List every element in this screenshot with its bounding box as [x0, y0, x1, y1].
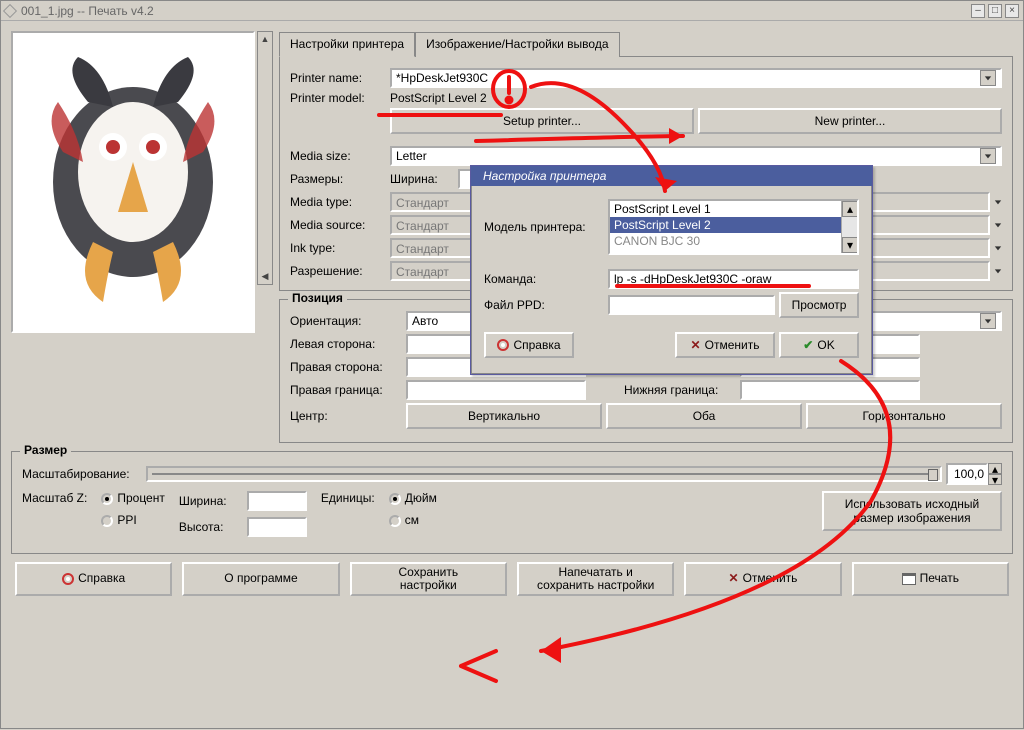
spin-down-icon[interactable]: ▾ — [988, 474, 1002, 485]
dimensions-label: Размеры: — [290, 172, 386, 186]
size-legend: Размер — [20, 443, 71, 457]
printer-name-combo[interactable]: *HpDeskJet930C — [390, 68, 1002, 88]
up-arrow-icon[interactable]: ▴ — [842, 201, 858, 217]
orientation-label: Ориентация: — [290, 314, 402, 328]
dialog-title: Настройка принтера — [483, 169, 606, 183]
chevron-down-icon[interactable] — [994, 195, 1002, 209]
ok-icon: ✔ — [803, 338, 813, 352]
about-button[interactable]: О программе — [182, 562, 339, 596]
maximize-button[interactable]: □ — [988, 4, 1002, 18]
right-border-label: Правая граница: — [290, 383, 402, 397]
help-icon — [62, 573, 74, 585]
radio-inch[interactable] — [389, 493, 401, 505]
up-arrow-icon[interactable]: ▲ — [261, 34, 270, 44]
width-label: Ширина: — [390, 172, 454, 186]
bottom-toolbar: Справка О программе Сохранить настройки … — [11, 554, 1013, 598]
tabstrip: Настройки принтера Изображение/Настройки… — [279, 31, 1013, 56]
scaling-slider[interactable] — [146, 466, 942, 482]
preview-image — [33, 52, 233, 312]
center-both-button[interactable]: Оба — [606, 403, 802, 429]
dialog-titlebar[interactable]: Настройка принтера — [471, 166, 872, 186]
media-type-label: Media type: — [290, 195, 386, 209]
tab-printer-settings[interactable]: Настройки принтера — [279, 32, 415, 57]
window-title: 001_1.jpg -- Печать v4.2 — [21, 4, 968, 18]
bottom-border-input[interactable] — [740, 380, 920, 400]
preview-pane — [11, 31, 255, 333]
media-size-label: Media size: — [290, 149, 386, 163]
radio-percent[interactable] — [101, 493, 113, 505]
chevron-down-icon[interactable] — [980, 148, 996, 164]
list-item[interactable]: PostScript Level 2 — [610, 217, 857, 233]
media-size-combo[interactable]: Letter — [390, 146, 1002, 166]
help-button[interactable]: Справка — [15, 562, 172, 596]
print-and-save-button[interactable]: Напечатать и сохранить настройки — [517, 562, 674, 596]
dialog-ok-button[interactable]: ✔OK — [779, 332, 859, 358]
command-label: Команда: — [484, 272, 604, 286]
model-label: Модель принтера: — [484, 220, 604, 234]
window-menu-icon[interactable] — [3, 3, 17, 17]
scalez-label: Масштаб Z: — [22, 491, 87, 505]
command-input[interactable] — [608, 269, 859, 289]
scaling-spinner[interactable]: ▴▾ — [946, 463, 1002, 485]
down-arrow-icon[interactable]: ▾ — [842, 237, 858, 253]
list-item[interactable]: CANON BJC 30 — [610, 233, 857, 249]
left-arrow-icon[interactable]: ◀ — [262, 271, 269, 282]
print-button[interactable]: Печать — [852, 562, 1009, 596]
printer-name-label: Printer name: — [290, 71, 386, 85]
new-printer-button[interactable]: New printer... — [698, 108, 1002, 134]
left-side-label: Левая сторона: — [290, 337, 402, 351]
scaling-label: Масштабирование: — [22, 467, 142, 481]
preview-scrollbar[interactable]: ▲ ◀ — [257, 31, 273, 285]
save-settings-button[interactable]: Сохранить настройки — [350, 562, 507, 596]
radio-ppi[interactable] — [101, 515, 113, 527]
printer-setup-dialog: Настройка принтера Модель принтера: Post… — [470, 165, 873, 375]
list-item[interactable]: PostScript Level 1 — [610, 201, 857, 217]
printer-model-value: PostScript Level 2 — [390, 91, 487, 105]
cancel-button[interactable]: ✕Отменить — [684, 562, 841, 596]
radio-cm[interactable] — [389, 515, 401, 527]
help-icon — [497, 339, 509, 351]
minimize-button[interactable]: – — [971, 4, 985, 18]
printer-model-listbox[interactable]: PostScript Level 1 PostScript Level 2 CA… — [608, 199, 859, 255]
cancel-icon: ✕ — [691, 338, 701, 352]
center-vertical-button[interactable]: Вертикально — [406, 403, 602, 429]
ink-type-label: Ink type: — [290, 241, 386, 255]
main-window: { "window": { "title": "001_1.jpg -- Печ… — [0, 0, 1024, 729]
position-legend: Позиция — [288, 291, 347, 305]
dialog-help-button[interactable]: Справка — [484, 332, 574, 358]
chevron-down-icon[interactable] — [994, 241, 1002, 255]
dialog-cancel-button[interactable]: ✕Отменить — [675, 332, 775, 358]
center-label: Центр: — [290, 409, 402, 423]
chevron-down-icon[interactable] — [980, 70, 996, 86]
center-horizontal-button[interactable]: Горизонтально — [806, 403, 1002, 429]
units-label: Единицы: — [321, 491, 375, 505]
ppd-file-input[interactable] — [608, 295, 775, 315]
chevron-down-icon[interactable] — [994, 264, 1002, 278]
bottom-border-label: Нижняя граница: — [624, 383, 736, 397]
window-titlebar: 001_1.jpg -- Печать v4.2 – □ × — [1, 1, 1023, 21]
right-border-input[interactable] — [406, 380, 586, 400]
close-button[interactable]: × — [1005, 4, 1019, 18]
resolution-label: Разрешение: — [290, 264, 386, 278]
tab-image-output[interactable]: Изображение/Настройки вывода — [415, 32, 619, 57]
setup-printer-button[interactable]: Setup printer... — [390, 108, 694, 134]
media-source-label: Media source: — [290, 218, 386, 232]
size-width-input[interactable] — [247, 491, 307, 511]
print-icon — [902, 573, 916, 585]
browse-button[interactable]: Просмотр — [779, 292, 859, 318]
scaling-value-input[interactable] — [946, 463, 988, 485]
size-group: Размер Масштабирование: ▴▾ Масштаб Z: Пр… — [11, 451, 1013, 554]
size-height-input[interactable] — [247, 517, 307, 537]
printer-model-label: Printer model: — [290, 91, 386, 105]
chevron-down-icon[interactable] — [980, 313, 996, 329]
chevron-down-icon[interactable] — [994, 218, 1002, 232]
listbox-scrollbar[interactable]: ▴ ▾ — [841, 201, 857, 253]
use-original-size-button[interactable]: Использовать исходный размер изображения — [822, 491, 1002, 531]
cancel-icon: ✕ — [729, 572, 739, 585]
right-side-label: Правая сторона: — [290, 360, 402, 374]
ppd-file-label: Файл PPD: — [484, 298, 604, 312]
